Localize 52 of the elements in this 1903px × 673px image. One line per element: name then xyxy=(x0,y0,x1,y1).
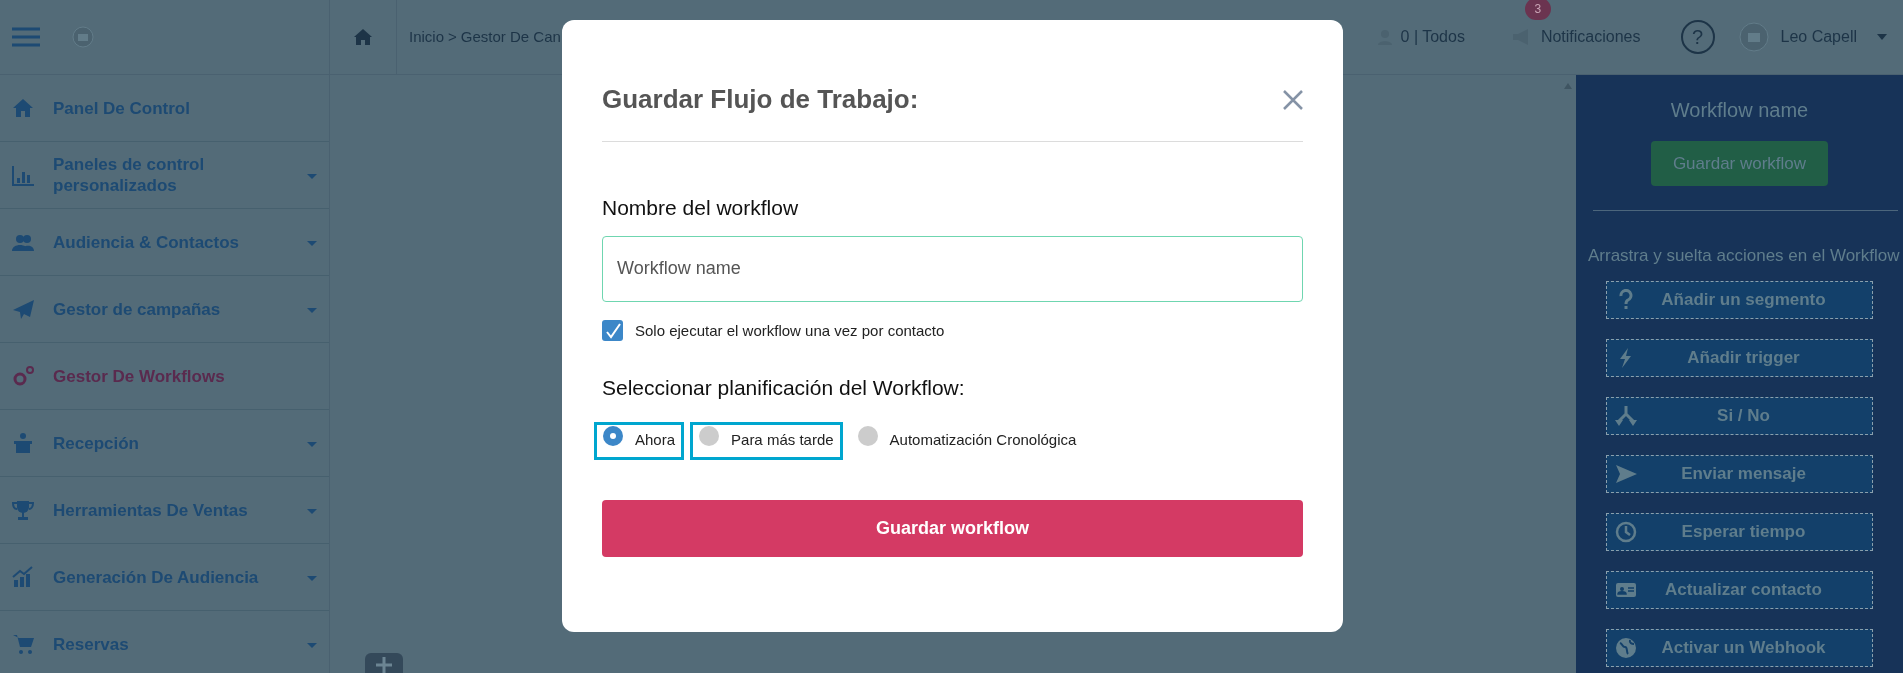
bar-chart-icon xyxy=(12,164,34,186)
sidebar-item[interactable]: Gestor De Workflows xyxy=(0,343,329,410)
logo-icon xyxy=(72,26,94,48)
split-arrows-icon xyxy=(1615,404,1637,427)
checkbox-label: Solo ejecutar el workflow una vez por contacto xyxy=(635,320,945,341)
panel-hint: Arrastra y suelta acciones en el Workflow xyxy=(1588,245,1900,267)
caret-icon xyxy=(307,509,317,514)
radio-button[interactable] xyxy=(603,425,623,446)
caret-icon xyxy=(307,442,317,447)
option-label: Automatización Cronológica xyxy=(889,430,1077,451)
clock-icon xyxy=(1615,520,1637,543)
option-label: Para más tarde xyxy=(731,430,834,451)
cart-icon xyxy=(12,633,34,655)
caret-icon xyxy=(307,308,317,313)
save-workflow-button[interactable]: Guardar workflow xyxy=(1651,141,1828,186)
workflow-name-field[interactable]: Workflow name xyxy=(602,235,1303,302)
plus-icon xyxy=(376,657,392,673)
reception-desk-icon xyxy=(12,432,34,454)
radio-button[interactable] xyxy=(857,425,878,446)
home-icon[interactable] xyxy=(354,29,372,45)
trophy-icon xyxy=(12,499,34,521)
save-workflow-button[interactable]: Guardar workflow xyxy=(602,499,1303,557)
help-button[interactable]: ? xyxy=(1680,20,1715,54)
action-item[interactable]: Si / No xyxy=(1606,396,1873,435)
send-icon xyxy=(1615,462,1637,485)
add-button[interactable] xyxy=(365,653,403,673)
action-item[interactable]: Activar un Webhook xyxy=(1606,628,1873,667)
radio-button[interactable] xyxy=(699,425,720,446)
caret-icon xyxy=(307,643,317,648)
menu-icon[interactable] xyxy=(12,27,40,47)
action-item[interactable]: Añadir un segmento xyxy=(1606,280,1873,319)
field-label: Nombre del workflow xyxy=(602,195,800,221)
avatar-icon[interactable] xyxy=(1738,22,1769,52)
schedule-label: Seleccionar planificación del Workflow: xyxy=(602,375,966,401)
paper-plane-icon xyxy=(12,298,34,320)
action-item[interactable]: Enviar mensaje xyxy=(1606,454,1873,493)
home-icon xyxy=(12,97,34,119)
caret-icon xyxy=(307,241,317,246)
breadcrumb-separator: > xyxy=(448,26,457,47)
caret-icon xyxy=(307,576,317,581)
dialog-title: Guardar Flujo de Trabajo: xyxy=(602,83,919,116)
action-item[interactable]: Añadir trigger xyxy=(1606,338,1873,377)
caret-icon[interactable] xyxy=(1877,34,1887,40)
action-item[interactable]: Esperar tiempo xyxy=(1606,512,1873,551)
caret-icon xyxy=(307,174,317,179)
panel-title: Workflow name xyxy=(1670,98,1809,123)
option-label: Ahora xyxy=(635,430,676,451)
close-icon[interactable] xyxy=(1283,89,1303,110)
growth-chart-icon xyxy=(12,566,34,588)
checkbox[interactable] xyxy=(602,320,623,342)
notification-badge: 3 xyxy=(1524,0,1551,20)
action-item[interactable]: Actualizar contacto xyxy=(1606,570,1873,609)
